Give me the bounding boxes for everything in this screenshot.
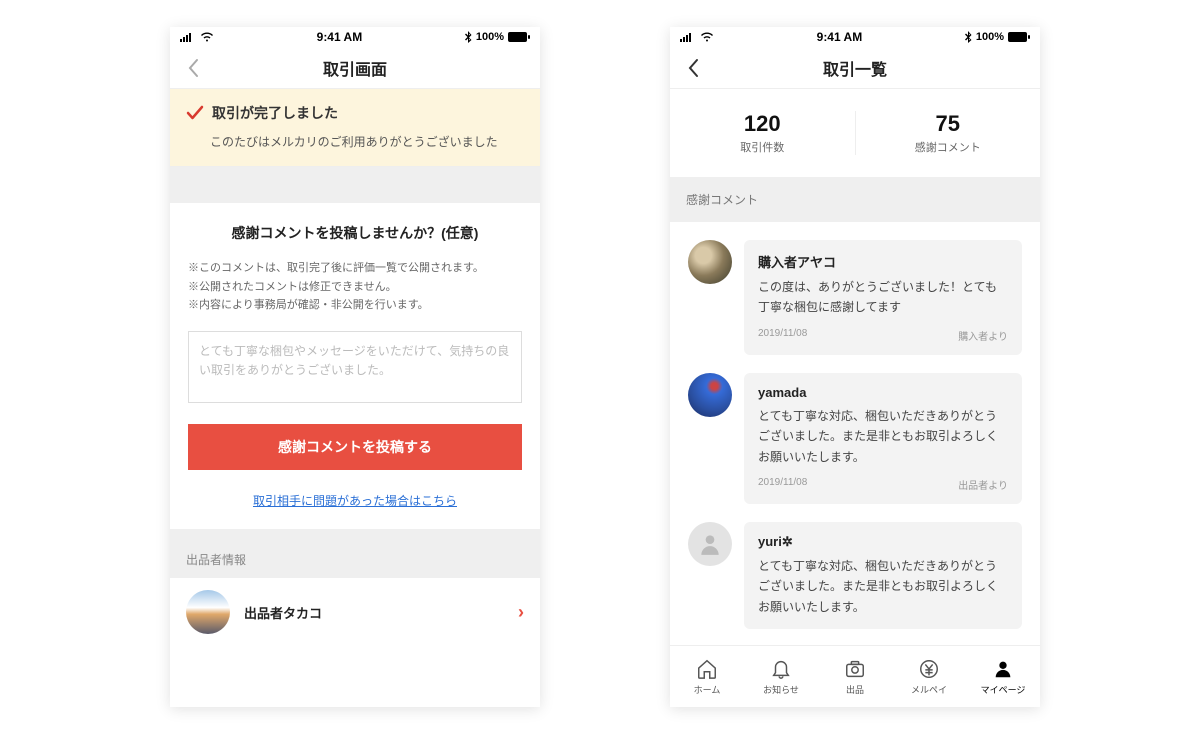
tab-mypage[interactable]: マイページ: [966, 646, 1040, 707]
commenter-name: 購入者アヤコ: [758, 252, 1008, 271]
thanks-comment-section: 感謝コメントを投稿しませんか？(任意) ※このコメントは、取引完了後に評価一覧で…: [170, 203, 540, 529]
status-battery-text: 100%: [976, 31, 1004, 43]
comment-role: 出品者より: [958, 477, 1008, 492]
tab-label: マイページ: [981, 683, 1026, 696]
stat-label: 感謝コメント: [856, 139, 1041, 155]
comment-item[interactable]: yamada とても丁寧な対応、梱包いただきありがとうございました。また是非とも…: [670, 355, 1040, 504]
yen-icon: [918, 658, 940, 680]
chevron-left-icon: [187, 58, 199, 78]
section-title: 感謝コメントを投稿しませんか？(任意): [188, 223, 522, 243]
signal-icon: [680, 32, 696, 42]
camera-icon: [844, 658, 866, 680]
seller-name: 出品者タカコ: [244, 603, 504, 622]
comment-date: 2019/11/08: [758, 328, 807, 343]
nav-header: 取引一覧: [670, 47, 1040, 89]
chevron-left-icon: [687, 58, 699, 78]
signal-icon: [180, 32, 196, 42]
back-button[interactable]: [678, 47, 708, 88]
seller-avatar: [186, 590, 230, 634]
bluetooth-icon: [965, 31, 972, 43]
comment-role: 購入者より: [958, 328, 1008, 343]
battery-icon: [1008, 32, 1030, 42]
commenter-avatar: [688, 240, 732, 284]
nav-header: 取引画面: [170, 47, 540, 89]
comment-date: 2019/11/08: [758, 477, 807, 492]
comment-text: とても丁寧な対応、梱包いただきありがとうございました。また是非ともお取引よろしく…: [758, 406, 1008, 467]
tab-merpay[interactable]: メルペイ: [892, 646, 966, 707]
comment-item[interactable]: yuri✲ とても丁寧な対応、梱包いただきありがとうございました。また是非ともお…: [670, 504, 1040, 629]
stat-number: 120: [670, 111, 855, 137]
comment-bubble: yamada とても丁寧な対応、梱包いただきありがとうございました。また是非とも…: [744, 373, 1022, 504]
back-button[interactable]: [178, 47, 208, 88]
banner-title: 取引が完了しました: [212, 103, 338, 123]
comment-bubble: 購入者アヤコ この度は、ありがとうございました！とても丁寧な梱包に感謝してます …: [744, 240, 1022, 355]
tab-label: メルペイ: [911, 683, 947, 696]
status-bar: 9:41 AM 100%: [170, 27, 540, 47]
tab-notifications[interactable]: お知らせ: [744, 646, 818, 707]
stat-number: 75: [856, 111, 1041, 137]
status-time: 9:41 AM: [317, 30, 363, 44]
stat-thanks: 75 感謝コメント: [856, 111, 1041, 155]
submit-thanks-button[interactable]: 感謝コメントを投稿する: [188, 424, 522, 470]
tab-bar: ホーム お知らせ 出品 メルペイ マイページ: [670, 645, 1040, 707]
battery-icon: [508, 32, 530, 42]
commenter-name: yuri✲: [758, 534, 1008, 550]
stats-panel: 120 取引件数 75 感謝コメント: [670, 89, 1040, 177]
banner-subtitle: このたびはメルカリのご利用ありがとうございました: [186, 133, 524, 150]
note-line: ※このコメントは、取引完了後に評価一覧で公開されます。: [188, 259, 522, 278]
wifi-icon: [700, 32, 714, 42]
bell-icon: [770, 658, 792, 680]
page-title: 取引一覧: [823, 56, 887, 80]
commenter-avatar: [688, 373, 732, 417]
comment-text: とても丁寧な対応、梱包いただきありがとうございました。また是非ともお取引よろしく…: [758, 556, 1008, 617]
wifi-icon: [200, 32, 214, 42]
seller-info-row[interactable]: 出品者タカコ ›: [170, 578, 540, 646]
person-icon: [697, 531, 723, 557]
tab-sell[interactable]: 出品: [818, 646, 892, 707]
check-icon: [186, 104, 204, 122]
divider-gap: [170, 167, 540, 203]
note-line: ※公開されたコメントは修正できません。: [188, 278, 522, 297]
thanks-comment-input[interactable]: [188, 331, 522, 403]
problem-report-link[interactable]: 取引相手に問題があった場合はこちら: [188, 492, 522, 509]
comments-list[interactable]: 購入者アヤコ この度は、ありがとうございました！とても丁寧な梱包に感謝してます …: [670, 222, 1040, 707]
phone-transaction-list: 9:41 AM 100% 取引一覧 120 取引件数 75 感謝コメント 感謝コ…: [670, 27, 1040, 707]
tab-label: ホーム: [694, 683, 721, 696]
chevron-right-icon: ›: [518, 602, 524, 623]
status-bar: 9:41 AM 100%: [670, 27, 1040, 47]
section-notes: ※このコメントは、取引完了後に評価一覧で公開されます。 ※公開されたコメントは修…: [188, 259, 522, 315]
tab-label: 出品: [846, 683, 864, 696]
stat-transactions: 120 取引件数: [670, 111, 856, 155]
commenter-name: yamada: [758, 385, 1008, 400]
status-time: 9:41 AM: [817, 30, 863, 44]
page-title: 取引画面: [323, 56, 387, 80]
phone-transaction-screen: 9:41 AM 100% 取引画面 取引が完了しました このたびはメルカリのご利…: [170, 27, 540, 707]
comment-item[interactable]: 購入者アヤコ この度は、ありがとうございました！とても丁寧な梱包に感謝してます …: [670, 222, 1040, 355]
list-header: 感謝コメント: [670, 177, 1040, 222]
stat-label: 取引件数: [670, 139, 855, 155]
person-icon: [992, 658, 1014, 680]
seller-section-label: 出品者情報: [170, 529, 540, 578]
tab-home[interactable]: ホーム: [670, 646, 744, 707]
note-line: ※内容により事務局が確認・非公開を行います。: [188, 296, 522, 315]
bluetooth-icon: [465, 31, 472, 43]
comment-text: この度は、ありがとうございました！とても丁寧な梱包に感謝してます: [758, 277, 1008, 318]
home-icon: [696, 658, 718, 680]
tab-label: お知らせ: [763, 683, 799, 696]
comment-bubble: yuri✲ とても丁寧な対応、梱包いただきありがとうございました。また是非ともお…: [744, 522, 1022, 629]
commenter-avatar: [688, 522, 732, 566]
completion-banner: 取引が完了しました このたびはメルカリのご利用ありがとうございました: [170, 89, 540, 167]
status-battery-text: 100%: [476, 31, 504, 43]
